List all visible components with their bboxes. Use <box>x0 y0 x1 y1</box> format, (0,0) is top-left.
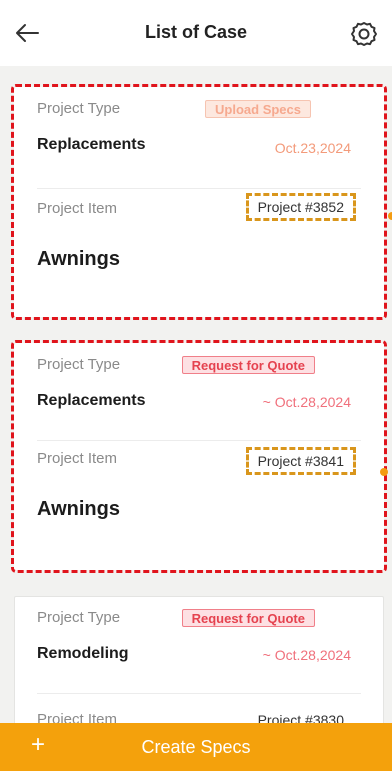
project-item: Awnings <box>37 248 120 270</box>
create-specs-button[interactable]: + Create Specs <box>0 723 392 771</box>
annotation-dot <box>388 212 392 220</box>
case-card[interactable]: Project Type Upload Specs Replacements O… <box>11 84 387 320</box>
project-item-label: Project Item <box>37 450 118 467</box>
project-number[interactable]: Project #3852 <box>245 193 357 221</box>
annotation-dot <box>380 468 388 476</box>
project-date: Oct.23,2024 <box>274 140 351 156</box>
project-type-label: Project Type <box>37 100 121 117</box>
project-number[interactable]: Project #3841 <box>245 447 357 475</box>
case-list-screen: List of Case Project Type Upload Specs R… <box>0 0 392 771</box>
status-badge: Request for Quote <box>181 356 315 374</box>
status-badge: Request for Quote <box>181 609 315 627</box>
case-card[interactable]: Project Type Request for Quote Remodelin… <box>14 596 384 723</box>
app-header: List of Case <box>0 0 392 66</box>
page-title: List of Case <box>144 22 248 42</box>
case-list[interactable]: Project Type Upload Specs Replacements O… <box>0 66 392 723</box>
gear-icon[interactable] <box>350 20 378 48</box>
case-card[interactable]: Project Type Request for Quote Replaceme… <box>11 340 387 573</box>
project-item-label: Project Item <box>37 711 118 723</box>
project-date: ~ Oct.28,2024 <box>262 647 351 663</box>
project-date: ~ Oct.28,2024 <box>262 394 351 410</box>
project-type-label: Project Type <box>37 356 121 373</box>
project-category: Remodeling <box>37 645 129 662</box>
create-specs-label: Create Specs <box>141 737 251 757</box>
project-category: Replacements <box>37 136 146 153</box>
status-badge: Upload Specs <box>205 100 311 118</box>
project-item: Awnings <box>37 498 120 520</box>
project-type-label: Project Type <box>37 609 121 626</box>
project-item-label: Project Item <box>37 200 118 217</box>
project-category: Replacements <box>37 392 146 409</box>
project-number[interactable]: Project #3830 <box>249 709 353 723</box>
